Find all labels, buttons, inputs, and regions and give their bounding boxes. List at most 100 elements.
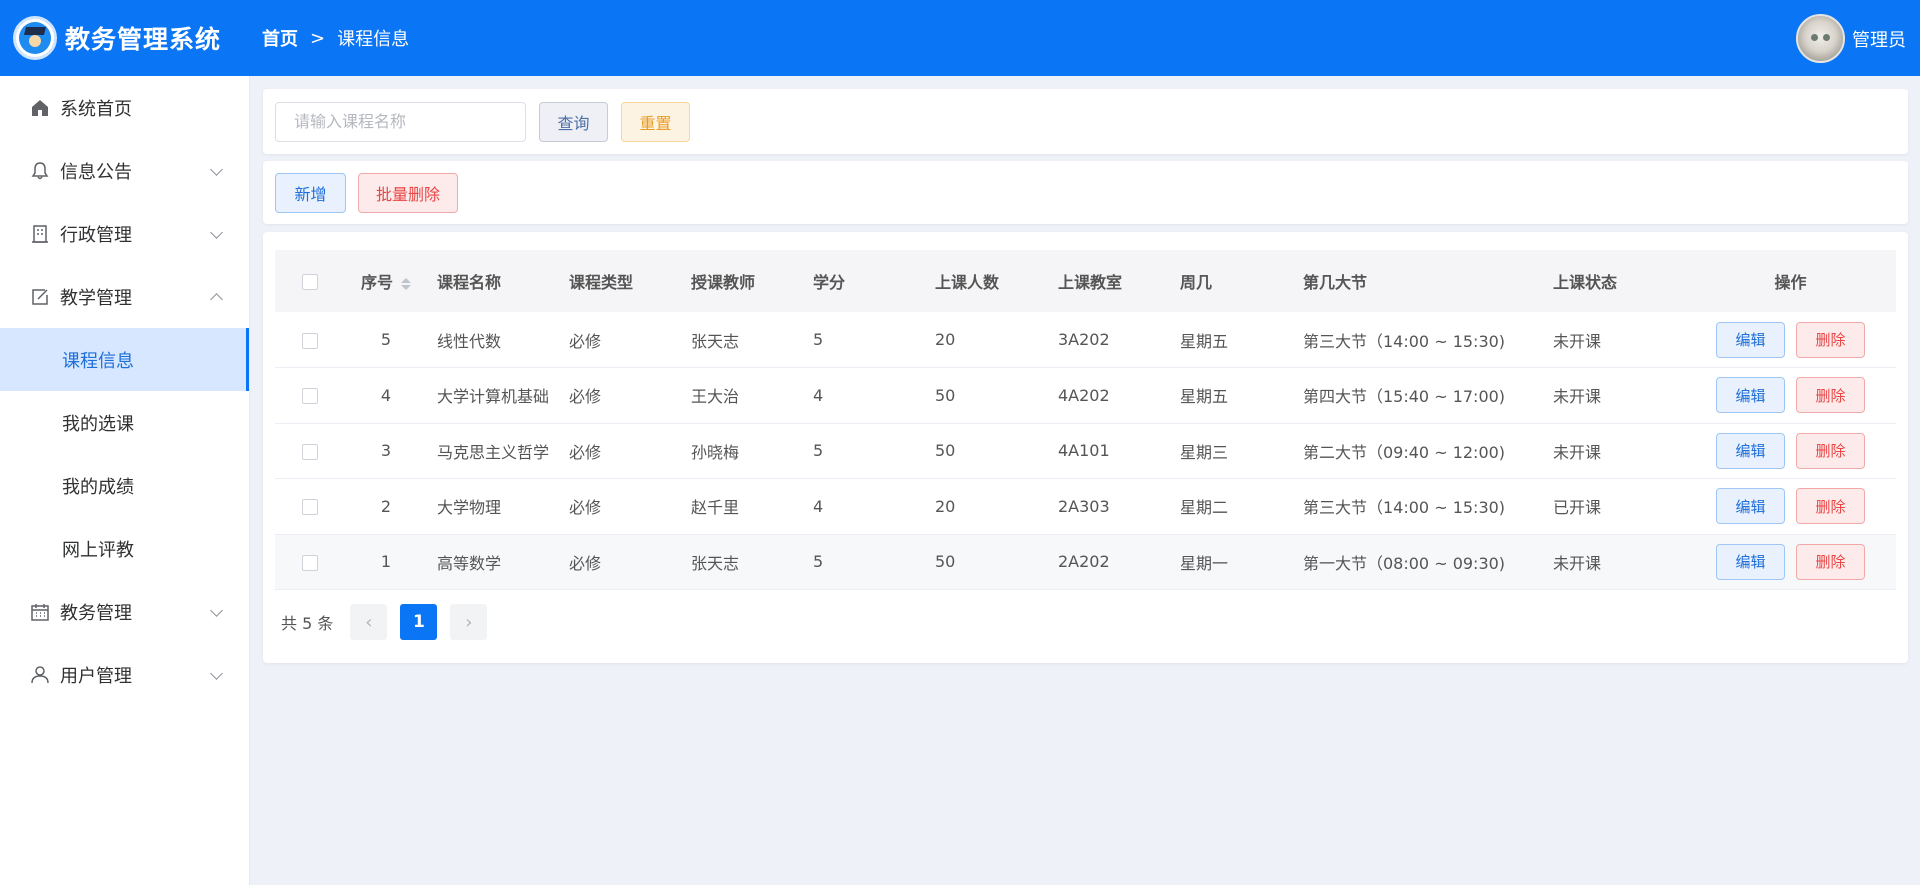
column-header: 上课人数 — [935, 273, 1000, 292]
user-name[interactable]: 管理员 — [1852, 26, 1906, 52]
bulk-delete-button[interactable]: 批量删除 — [358, 172, 458, 213]
sidebar-subitem-my-grades[interactable]: 我的成绩 — [0, 454, 249, 517]
cell-weekday: 星期二 — [1180, 478, 1303, 535]
column-header: 上课教室 — [1058, 273, 1123, 292]
cell-status: 未开课 — [1553, 312, 1685, 368]
search-bar: 查询 重置 — [263, 89, 1908, 154]
select-all-checkbox[interactable] — [302, 274, 318, 290]
sidebar-item-home[interactable]: 系统首页 — [0, 76, 249, 139]
sort-caret-icon[interactable] — [401, 277, 411, 290]
row-checkbox[interactable] — [302, 443, 318, 460]
pagination: 共 5 条 ‹ 1 › — [275, 604, 1896, 640]
delete-button[interactable]: 删除 — [1796, 432, 1865, 469]
delete-button[interactable]: 删除 — [1796, 377, 1865, 414]
cell-period: 第二大节（09:40 ~ 12:00) — [1303, 423, 1553, 479]
table-row: 1 高等数学 必修 张天志 5 50 2A202 星期一 第一大节（08:00 … — [275, 534, 1896, 590]
sidebar-item-teaching[interactable]: 教学管理 — [0, 265, 249, 328]
avatar[interactable] — [1796, 14, 1845, 63]
cell-room: 3A202 — [1058, 312, 1180, 368]
delete-button[interactable]: 删除 — [1796, 488, 1865, 525]
cell-index: 5 — [335, 312, 437, 368]
sidebar-item-admin[interactable]: 行政管理 — [0, 202, 249, 265]
add-button[interactable]: 新增 — [275, 172, 346, 213]
cell-course-name: 高等数学 — [437, 534, 569, 590]
column-header: 课程类型 — [569, 273, 634, 292]
user-icon — [29, 664, 51, 686]
cell-course-name: 大学计算机基础 — [437, 367, 569, 424]
cell-status: 已开课 — [1553, 478, 1685, 535]
chevron-right-icon[interactable]: › — [450, 604, 488, 640]
column-header: 第几大节 — [1303, 273, 1368, 292]
column-header: 学分 — [813, 273, 846, 292]
sidebar-subitem-course-info[interactable]: 课程信息 — [0, 328, 249, 391]
cell-count: 50 — [935, 423, 1058, 479]
row-checkbox[interactable] — [302, 388, 318, 405]
column-header: 周几 — [1180, 273, 1213, 292]
breadcrumb-separator: > — [310, 27, 326, 49]
cell-actions: 编辑 删除 — [1685, 478, 1896, 535]
delete-button[interactable]: 删除 — [1796, 543, 1865, 580]
calendar-icon — [29, 601, 51, 623]
sidebar-item-users[interactable]: 用户管理 — [0, 643, 249, 706]
cell-teacher: 赵千里 — [691, 478, 813, 535]
cell-period: 第四大节（15:40 ~ 17:00) — [1303, 367, 1553, 424]
cell-course-name: 大学物理 — [437, 478, 569, 535]
sidebar-item-label: 教学管理 — [60, 287, 132, 309]
cell-weekday: 星期五 — [1180, 312, 1303, 368]
sidebar-item-academic[interactable]: 教务管理 — [0, 580, 249, 643]
cell-credit: 4 — [813, 367, 935, 424]
sidebar-subitem-my-selection[interactable]: 我的选课 — [0, 391, 249, 454]
cell-credit: 5 — [813, 312, 935, 368]
cell-course-type: 必修 — [569, 312, 691, 368]
breadcrumb-home[interactable]: 首页 — [262, 25, 298, 51]
sidebar-item-notice[interactable]: 信息公告 — [0, 139, 249, 202]
cell-course-name: 线性代数 — [437, 312, 569, 368]
column-header-index[interactable]: 序号 — [335, 250, 437, 312]
cell-actions: 编辑 删除 — [1685, 534, 1896, 590]
row-checkbox[interactable] — [302, 499, 318, 516]
cell-teacher: 张天志 — [691, 312, 813, 368]
column-header: 上课状态 — [1553, 273, 1618, 292]
cell-count: 20 — [935, 478, 1058, 535]
chevron-left-icon[interactable]: ‹ — [350, 604, 388, 640]
chevron-down-icon — [210, 667, 223, 680]
breadcrumb: 首页 > 课程信息 — [262, 25, 409, 51]
row-checkbox[interactable] — [302, 554, 318, 571]
cell-count: 50 — [935, 367, 1058, 424]
cell-room: 4A202 — [1058, 367, 1180, 424]
edit-button[interactable]: 编辑 — [1716, 432, 1785, 469]
sidebar-subitem-evaluation[interactable]: 网上评教 — [0, 517, 249, 580]
table-row: 3 马克思主义哲学 必修 孙晓梅 5 50 4A101 星期三 第二大节（09:… — [275, 423, 1896, 479]
cell-actions: 编辑 删除 — [1685, 367, 1896, 424]
page-number-button[interactable]: 1 — [400, 604, 438, 640]
building-icon — [29, 223, 51, 245]
cell-count: 20 — [935, 312, 1058, 368]
user-menu[interactable]: 管理员 — [1796, 14, 1906, 63]
reset-button[interactable]: 重置 — [621, 101, 690, 142]
course-name-search-input[interactable] — [275, 101, 526, 142]
delete-button[interactable]: 删除 — [1796, 321, 1865, 358]
cell-course-type: 必修 — [569, 423, 691, 479]
chevron-down-icon — [210, 604, 223, 617]
cell-status: 未开课 — [1553, 423, 1685, 479]
edit-button[interactable]: 编辑 — [1716, 543, 1785, 580]
column-header: 课程名称 — [437, 273, 502, 292]
cell-room: 4A101 — [1058, 423, 1180, 479]
cell-status: 未开课 — [1553, 367, 1685, 424]
action-bar: 新增 批量删除 — [263, 161, 1908, 224]
sidebar-item-label: 系统首页 — [60, 98, 132, 120]
cell-index: 4 — [335, 367, 437, 424]
edit-button[interactable]: 编辑 — [1716, 488, 1785, 525]
sidebar-item-label: 用户管理 — [60, 665, 132, 687]
edit-button[interactable]: 编辑 — [1716, 321, 1785, 358]
table-row: 4 大学计算机基础 必修 王大治 4 50 4A202 星期五 第四大节（15:… — [275, 367, 1896, 424]
cell-index: 3 — [335, 423, 437, 479]
sidebar-item-label: 信息公告 — [60, 161, 132, 183]
row-checkbox[interactable] — [302, 332, 318, 349]
query-button[interactable]: 查询 — [539, 101, 608, 142]
table-header-row: 序号 课程名称 课程类型 授课教师 学分 上课人数 上课教室 周几 第几大节 上… — [275, 250, 1896, 312]
cell-period: 第三大节（14:00 ~ 15:30) — [1303, 312, 1553, 368]
edit-button[interactable]: 编辑 — [1716, 377, 1785, 414]
home-icon — [29, 97, 51, 119]
pagination-total: 共 5 条 — [281, 614, 334, 633]
